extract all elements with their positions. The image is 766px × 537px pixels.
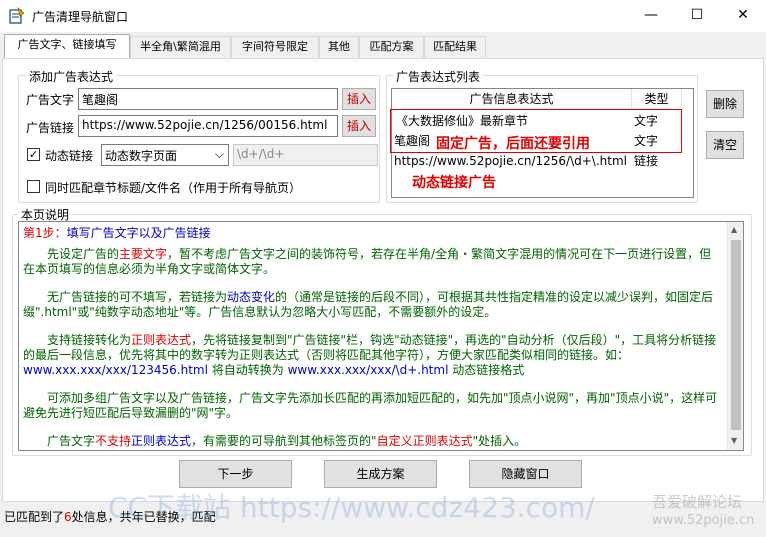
tab-char-symbol[interactable]: 字间符号限定 bbox=[231, 36, 319, 58]
hide-window-button[interactable]: 隐藏窗口 bbox=[469, 460, 582, 488]
paragraph-4: 可添加多组广告文字以及广告链接，广告文字先添加长匹配的再添加短匹配的，如先加"顶… bbox=[23, 391, 718, 420]
dynamic-ad-annotation: 动态链接广告 bbox=[412, 175, 496, 191]
insert-text-button[interactable]: 插入 bbox=[342, 88, 376, 110]
status-count: 6 bbox=[64, 510, 72, 524]
dynamic-link-label: 动态链接 bbox=[45, 149, 94, 163]
vertical-scrollbar[interactable]: ▲ ▼ bbox=[727, 222, 743, 450]
maximize-button[interactable]: ☐ bbox=[674, 0, 720, 32]
description-text-area[interactable]: 第1步：填写广告文字以及广告链接 先设定广告的主要文字，暂不考虑广告文字之间的装… bbox=[18, 221, 744, 451]
scroll-up-icon[interactable]: ▲ bbox=[731, 225, 737, 234]
tab-ad-text-link[interactable]: 广告文字、链接填写 bbox=[4, 34, 130, 58]
list-item-type[interactable]: 链接 bbox=[634, 151, 658, 171]
scrollbar-thumb[interactable] bbox=[731, 240, 741, 430]
watermark-cdz423: CC下载站 https://www.cdz423.com/ bbox=[108, 491, 595, 524]
same-match-label: 同时匹配章节标题/文件名（作用于所有导航页） bbox=[45, 181, 302, 195]
dynamic-type-select[interactable]: 动态数字页面 ⌵ bbox=[101, 144, 229, 166]
tab-match-scheme[interactable]: 匹配方案 bbox=[359, 36, 424, 58]
clear-button[interactable]: 清空 bbox=[706, 131, 744, 159]
app-icon bbox=[9, 7, 25, 24]
ad-link-label: 广告链接 bbox=[26, 121, 75, 135]
close-button[interactable]: ✕ bbox=[720, 0, 766, 32]
generate-scheme-button[interactable]: 生成方案 bbox=[324, 460, 437, 488]
expression-list-legend: 广告表达式列表 bbox=[393, 68, 484, 85]
paragraph-2: 无广告链接的可不填写，若链接为动态变化的（通常是链接的后段不同），可根据其共性指… bbox=[23, 290, 714, 319]
watermark-52pojie-title: 吾爱破解论坛 bbox=[652, 493, 743, 511]
delete-button[interactable]: 删除 bbox=[706, 90, 744, 118]
list-item-expression[interactable]: https://www.52pojie.cn/1256/\d+\.html bbox=[394, 151, 627, 171]
window-title: 广告清理导航窗口 bbox=[32, 10, 129, 24]
paragraph-3: 支持链接转化为正则表达式，先将链接复制到"广告链接"栏，钩选"动态链接"，再选的… bbox=[23, 333, 717, 377]
next-step-button[interactable]: 下一步 bbox=[179, 460, 292, 488]
ad-text-input[interactable]: 笔趣阁 bbox=[78, 88, 338, 110]
minimize-button[interactable]: — bbox=[628, 0, 674, 32]
step-label: 第1步： bbox=[23, 226, 67, 240]
title-bar: 广告清理导航窗口 — ☐ ✕ bbox=[0, 0, 766, 32]
add-expression-legend: 添加广告表达式 bbox=[26, 68, 117, 85]
chevron-down-icon: ⌵ bbox=[214, 147, 224, 161]
status-prefix: 已匹配到了 bbox=[4, 510, 65, 524]
tab-bar: 广告文字、链接填写 半全角\繁简混用 字间符号限定 其他 匹配方案 匹配结果 bbox=[0, 34, 766, 58]
dynamic-link-checkbox[interactable]: ✓ bbox=[27, 148, 40, 161]
column-header-type[interactable]: 类型 bbox=[632, 89, 682, 110]
dynamic-type-value: 动态数字页面 bbox=[105, 149, 178, 163]
tab-half-full-width[interactable]: 半全角\繁简混用 bbox=[130, 36, 231, 58]
fixed-ad-annotation: 固定广告，后面还要引用 bbox=[436, 136, 590, 152]
tab-match-result[interactable]: 匹配结果 bbox=[424, 36, 486, 58]
watermark-52pojie-url: www.52pojie.cn bbox=[652, 513, 755, 528]
column-header-expression[interactable]: 广告信息表达式 bbox=[392, 89, 632, 110]
paragraph-5: 广告文字不支持正则表达式，有需要的可导航到其他标签页的"自定义正则表达式"处插入… bbox=[47, 434, 527, 448]
same-match-checkbox[interactable] bbox=[27, 180, 40, 193]
paragraph-1: 先设定广告的主要文字，暂不考虑广告文字之间的装饰符号，若存在半角/全角・繁简文字… bbox=[23, 247, 712, 276]
ad-link-input[interactable]: https://www.52pojie.cn/1256/00156.html bbox=[78, 115, 338, 137]
description-content: 第1步：填写广告文字以及广告链接 先设定广告的主要文字，暂不考虑广告文字之间的装… bbox=[23, 226, 723, 449]
tab-other[interactable]: 其他 bbox=[319, 36, 359, 58]
step-text: 填写广告文字以及广告链接 bbox=[66, 226, 211, 240]
regex-input[interactable]: \d+/\d+ bbox=[233, 144, 378, 166]
insert-link-button[interactable]: 插入 bbox=[342, 115, 376, 137]
scroll-down-icon[interactable]: ▼ bbox=[731, 436, 737, 445]
ad-text-label: 广告文字 bbox=[26, 93, 75, 107]
